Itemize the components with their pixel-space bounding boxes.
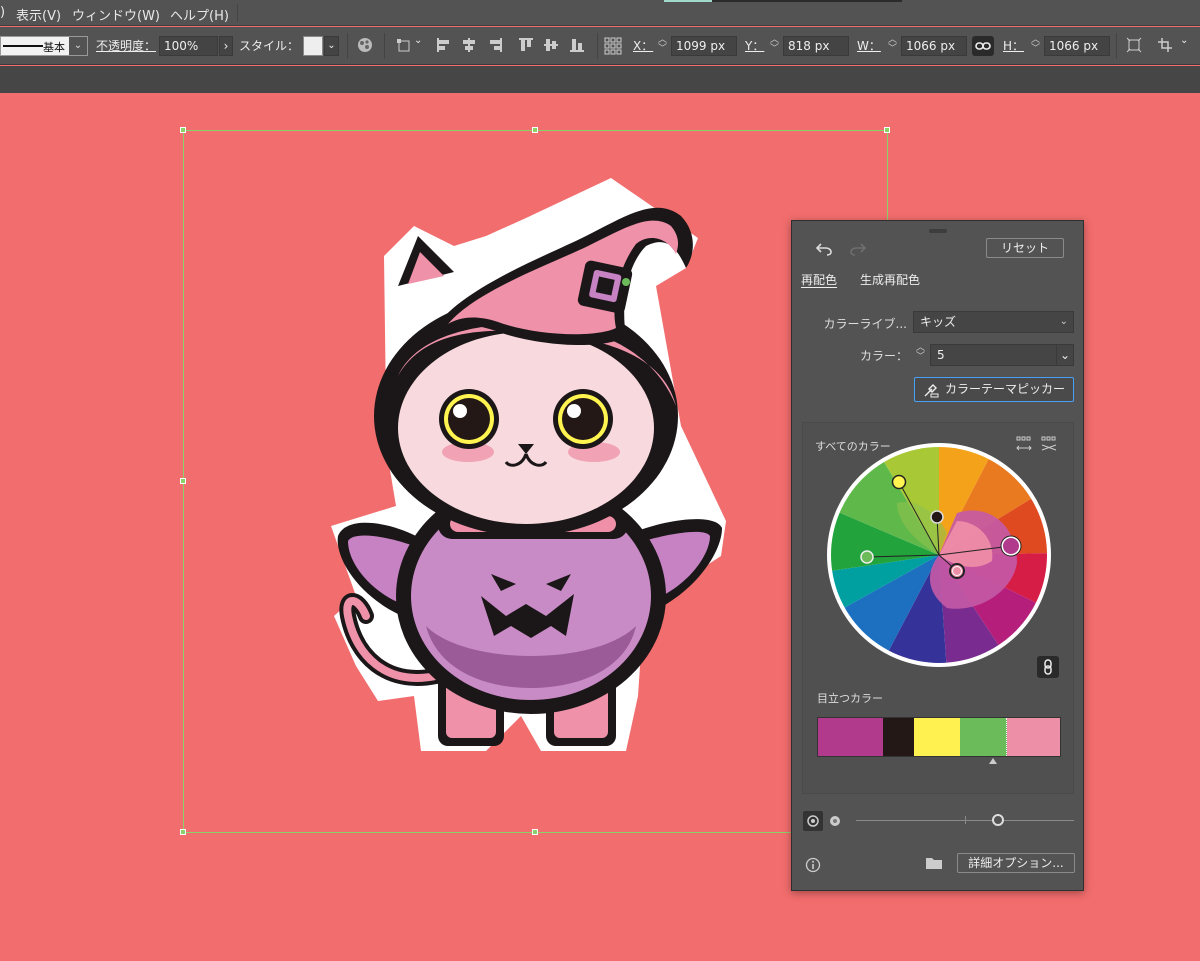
chevron-right-icon[interactable]: ›: [219, 36, 233, 56]
menu-item-partial[interactable]: ): [0, 5, 5, 20]
prominent-color-swatch[interactable]: [818, 718, 884, 756]
color-bar-marker[interactable]: [989, 758, 997, 764]
redo-icon[interactable]: [849, 241, 867, 257]
resize-handle-left[interactable]: [180, 478, 186, 484]
color-count-input[interactable]: 5: [930, 344, 1057, 366]
crop-image-icon[interactable]: [1157, 37, 1173, 53]
color-library-select[interactable]: キッズ ⌄: [913, 311, 1074, 333]
tab-indicator-dark: [712, 0, 902, 2]
h-input[interactable]: 1066 px: [1044, 36, 1110, 56]
tab-generative-recolor[interactable]: 生成再配色: [860, 271, 920, 288]
color-wheel[interactable]: [827, 443, 1051, 667]
chevron-down-icon[interactable]: ⌄: [1056, 344, 1074, 366]
prominent-color-swatch[interactable]: [883, 718, 915, 756]
color-library-label: カラーライブ...: [823, 317, 907, 331]
chevron-down-icon[interactable]: ⌄: [324, 36, 339, 56]
folder-icon[interactable]: [925, 855, 943, 871]
smooth-wheel-icon: [807, 815, 819, 827]
chevron-down-icon: ⌄: [69, 37, 87, 55]
w-stepper[interactable]: ︿ ﹀: [887, 36, 898, 56]
align-left-icon[interactable]: [436, 37, 452, 53]
stroke-profile-label: 基本: [43, 41, 65, 54]
menu-item-view[interactable]: 表示(V): [16, 5, 61, 24]
resize-handle-top[interactable]: [532, 127, 538, 133]
brightness-slider-thumb[interactable]: [992, 814, 1004, 826]
opacity-label[interactable]: 不透明度：: [96, 37, 156, 54]
w-input[interactable]: 1066 px: [901, 36, 967, 56]
x-input[interactable]: 1099 px: [671, 36, 737, 56]
align-right-icon[interactable]: [487, 37, 503, 53]
y-stepper[interactable]: ︿ ﹀: [769, 36, 780, 56]
document-tab-strip: [0, 66, 1200, 93]
resize-handle-bottom-left[interactable]: [180, 829, 186, 835]
prominent-color-swatch[interactable]: [1006, 718, 1060, 756]
tab-recolor[interactable]: 再配色: [801, 271, 837, 288]
align-to-icon[interactable]: [397, 37, 413, 53]
align-top-icon[interactable]: [518, 37, 534, 53]
color-theme-picker-label: カラーテーマピッカー: [945, 382, 1066, 396]
link-harmony-button[interactable]: [1037, 656, 1059, 678]
prominent-colors-label: 目立つカラー: [817, 692, 883, 705]
resize-handle-bottom[interactable]: [532, 829, 538, 835]
recolor-panel: リセット 再配色 生成再配色 カラーライブ... キッズ ⌄ カラー： ︿ ﹀ 5…: [791, 220, 1084, 891]
link-icon: [975, 42, 991, 50]
resize-handle-top-right[interactable]: [884, 127, 890, 133]
color-library-value: キッズ: [920, 315, 957, 329]
link-proportions-button[interactable]: [972, 36, 994, 56]
color-count-stepper[interactable]: ︿ ﹀: [915, 344, 926, 366]
style-label: スタイル：: [239, 39, 300, 53]
w-label: W：: [857, 39, 881, 53]
eyedropper-icon: [924, 384, 939, 398]
color-wheel-section: すべてのカラー 目立つカラー: [802, 422, 1074, 794]
align-middle-icon[interactable]: [543, 37, 559, 53]
stroke-profile-select[interactable]: 基本 ⌄: [0, 36, 88, 56]
panel-drag-handle[interactable]: [929, 229, 947, 233]
recolor-icon[interactable]: [357, 37, 373, 53]
tab-indicator: [664, 0, 712, 2]
segmented-wheel-icon[interactable]: [829, 815, 841, 827]
x-stepper[interactable]: ︿ ﹀: [657, 36, 668, 56]
chevron-down-icon: ⌄: [1059, 316, 1068, 327]
view-toggle-wheel-button[interactable]: [803, 811, 823, 831]
prominent-color-swatch[interactable]: [914, 718, 961, 756]
menu-item-help[interactable]: ヘルプ(H): [170, 5, 229, 24]
align-center-icon[interactable]: [461, 37, 477, 53]
align-bottom-icon[interactable]: [569, 37, 585, 53]
h-stepper[interactable]: ︿ ﹀: [1030, 36, 1041, 56]
menu-item-window[interactable]: ウィンドウ(W): [72, 5, 160, 24]
y-label: Y：: [745, 39, 765, 53]
menu-bar: ) 表示(V) ウィンドウ(W) ヘルプ(H): [0, 0, 1200, 26]
info-icon[interactable]: [805, 857, 821, 873]
link-icon: [1044, 659, 1052, 675]
selection-bounding-box[interactable]: [180, 127, 890, 835]
slider-tick: [965, 816, 966, 824]
y-input[interactable]: 818 px: [783, 36, 849, 56]
style-swatch[interactable]: [303, 36, 323, 56]
chevron-down-icon: ⌄: [414, 35, 423, 46]
opacity-input[interactable]: 100%: [159, 36, 218, 56]
transform-each-icon[interactable]: [1126, 37, 1142, 53]
advanced-options-button[interactable]: 詳細オプション...: [957, 853, 1075, 873]
reference-point-icon[interactable]: [604, 37, 622, 55]
x-label: X：: [633, 39, 654, 53]
color-count-label: カラー：: [859, 349, 908, 363]
undo-icon[interactable]: [815, 241, 833, 257]
prominent-color-swatch[interactable]: [960, 718, 1007, 756]
resize-handle-top-left[interactable]: [180, 127, 186, 133]
h-label: H：: [1003, 39, 1025, 53]
color-theme-picker-button[interactable]: カラーテーマピッカー: [914, 377, 1074, 402]
reset-button[interactable]: リセット: [986, 238, 1064, 258]
control-toolbar: 基本 ⌄ 不透明度： 100% › スタイル： ⌄ ⌄ X： ︿ ﹀ 1099 p…: [0, 27, 1200, 65]
prominent-color-bar[interactable]: [817, 717, 1061, 757]
chevron-down-icon[interactable]: ⌄: [1180, 35, 1188, 46]
